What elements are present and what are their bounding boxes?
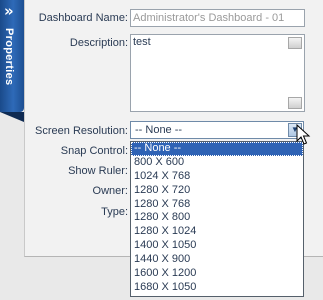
screen-resolution-value: -- None -- xyxy=(135,124,183,136)
dashboard-name-label: Dashboard Name: xyxy=(38,12,128,24)
description-label: Description: xyxy=(69,37,128,49)
resize-grip-icon[interactable] xyxy=(288,97,302,109)
properties-side-tab[interactable]: » Properties xyxy=(0,0,24,112)
resolution-option[interactable]: 1024 X 768 xyxy=(131,170,303,184)
show-ruler-label: Show Ruler: xyxy=(68,165,128,177)
resolution-option[interactable]: 1280 X 1024 xyxy=(131,225,303,239)
resolution-option[interactable]: 1400 X 1050 xyxy=(131,239,303,253)
mouse-cursor-icon xyxy=(296,124,311,145)
resolution-option[interactable]: 1440 X 900 xyxy=(131,253,303,267)
owner-label: Owner: xyxy=(92,185,128,197)
resolution-option[interactable]: 1280 X 768 xyxy=(131,198,303,212)
resolution-option[interactable]: 800 X 600 xyxy=(131,156,303,170)
collapse-chevron-icon[interactable]: » xyxy=(4,2,14,20)
description-textarea[interactable]: test xyxy=(130,34,305,112)
resolution-option[interactable]: 1280 X 800 xyxy=(131,211,303,225)
type-label: Type: xyxy=(101,206,128,218)
screen-resolution-select[interactable]: -- None -- ▼ xyxy=(130,121,304,139)
resolution-option[interactable]: 1280 X 720 xyxy=(131,184,303,198)
resolution-option[interactable]: 1680 X 1050 xyxy=(131,281,303,295)
snap-control-label: Snap Control: xyxy=(60,145,128,157)
resolution-dropdown-list[interactable]: -- None -- 800 X 600 1024 X 768 1280 X 7… xyxy=(130,141,304,297)
screen-resolution-label: Screen Resolution: xyxy=(35,125,128,137)
dashboard-name-field[interactable]: Administrator's Dashboard - 01 xyxy=(130,9,305,27)
resolution-option[interactable]: 1600 X 1200 xyxy=(131,267,303,281)
resolution-option[interactable]: -- None -- xyxy=(131,142,303,156)
properties-tab-label: Properties xyxy=(3,28,15,86)
description-text: test xyxy=(133,36,151,48)
tab-fold-shadow xyxy=(0,112,24,122)
scroll-up-button[interactable] xyxy=(288,37,302,49)
